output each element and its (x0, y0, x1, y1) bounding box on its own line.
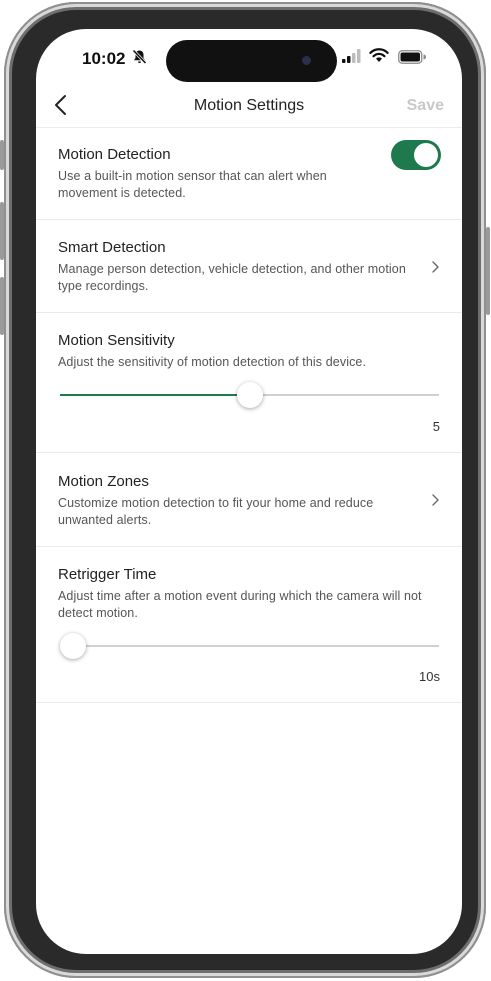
retrigger-time-slider[interactable] (60, 633, 439, 659)
motion-detection-section: Motion Detection Use a built-in motion s… (58, 146, 440, 202)
status-bar: 10:02 (36, 29, 462, 91)
motion-zones-row[interactable]: Motion Zones Customize motion detection … (58, 473, 440, 529)
motion-sensitivity-description: Adjust the sensitivity of motion detecti… (58, 355, 367, 369)
smart-detection-row[interactable]: Smart Detection Manage person detection,… (58, 239, 440, 295)
motion-sensitivity-title: Motion Sensitivity (58, 332, 175, 349)
battery-icon (398, 50, 426, 64)
wifi-icon (369, 48, 389, 62)
motion-sensitivity-value: 5 (432, 419, 440, 434)
silent-bell-icon (132, 49, 147, 65)
chevron-right-icon[interactable] (430, 260, 440, 274)
retrigger-time-title: Retrigger Time (58, 566, 157, 583)
motion-detection-title: Motion Detection (58, 146, 171, 163)
motion-zones-description: Customize motion detection to fit your h… (58, 496, 374, 527)
section-divider (36, 312, 462, 313)
motion-sensitivity-section: Motion Sensitivity Adjust the sensitivit… (58, 332, 440, 371)
smart-detection-description: Manage person detection, vehicle detecti… (58, 262, 406, 293)
volume-down-button (0, 277, 4, 335)
toggle-knob (414, 143, 438, 167)
retrigger-time-description: Adjust time after a motion event during … (58, 589, 422, 620)
front-camera (302, 56, 311, 65)
volume-up-button (0, 202, 4, 260)
status-time: 10:02 (82, 49, 126, 68)
page-title: Motion Settings (193, 97, 305, 114)
slider-thumb[interactable] (60, 633, 86, 659)
motion-detection-toggle[interactable] (391, 140, 441, 170)
retrigger-time-section: Retrigger Time Adjust time after a motio… (58, 566, 440, 622)
nav-divider (36, 127, 462, 128)
nav-bar: Motion Settings Save (36, 91, 462, 129)
cellular-signal-icon (342, 49, 361, 63)
chevron-right-icon[interactable] (430, 493, 440, 507)
retrigger-time-value: 10s (419, 669, 440, 684)
power-button (486, 227, 490, 315)
motion-zones-title: Motion Zones (58, 473, 149, 490)
section-divider (36, 546, 462, 547)
screen: 10:02 Motion Settings Save Motion Detect… (36, 29, 462, 954)
phone-frame: 10:02 Motion Settings Save Motion Detect… (0, 2, 490, 978)
motion-detection-description: Use a built-in motion sensor that can al… (58, 169, 327, 200)
slider-fill (60, 394, 250, 396)
action-button (0, 140, 4, 170)
section-divider (36, 219, 462, 220)
section-divider (36, 702, 462, 703)
motion-sensitivity-slider[interactable] (60, 382, 439, 408)
save-button[interactable]: Save (407, 97, 444, 115)
dynamic-island (166, 40, 337, 82)
section-divider (36, 452, 462, 453)
smart-detection-title: Smart Detection (58, 239, 166, 256)
slider-thumb[interactable] (236, 382, 263, 408)
